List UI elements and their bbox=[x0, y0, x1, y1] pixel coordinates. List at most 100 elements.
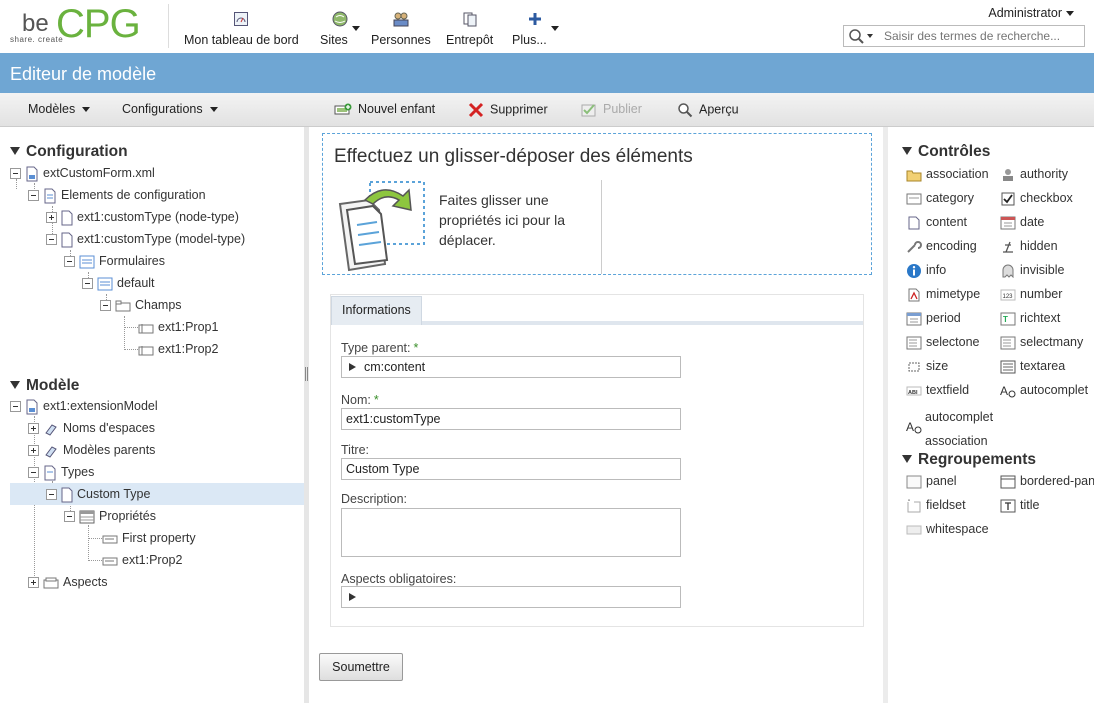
becpg-logo[interactable]: be CPG share. create bbox=[10, 2, 160, 48]
collapse-toggle[interactable] bbox=[10, 401, 21, 413]
namespace-icon bbox=[45, 424, 57, 436]
tree-node[interactable]: Propriétés bbox=[64, 505, 156, 527]
svg-text:123: 123 bbox=[1003, 294, 1014, 300]
tree-node[interactable]: First property bbox=[102, 527, 196, 549]
control-period[interactable]: period bbox=[906, 309, 961, 327]
tree-node[interactable]: default bbox=[82, 272, 155, 294]
control-number[interactable]: 123 number bbox=[1000, 285, 1062, 303]
nom-input[interactable]: ext1:customType bbox=[341, 408, 681, 430]
control-content[interactable]: content bbox=[906, 213, 967, 231]
tree-node[interactable]: Aspects bbox=[28, 571, 107, 593]
tree-node[interactable]: Champs bbox=[100, 294, 182, 316]
search-box[interactable] bbox=[843, 25, 1085, 47]
property-icon bbox=[102, 557, 118, 566]
control-size[interactable]: size bbox=[906, 357, 948, 375]
grouping-panel[interactable]: panel bbox=[906, 472, 957, 490]
expand-toggle[interactable] bbox=[28, 577, 39, 589]
control-encoding[interactable]: encoding bbox=[906, 237, 977, 255]
control-checkbox[interactable]: checkbox bbox=[1000, 189, 1073, 207]
submit-button[interactable]: Soumettre bbox=[319, 653, 403, 681]
controls-section-header[interactable]: Contrôles bbox=[902, 143, 990, 161]
grouping-whitespace[interactable]: whitespace bbox=[906, 520, 989, 538]
tree-node[interactable]: ext1:Prop1 bbox=[138, 316, 218, 338]
tree-node[interactable]: ext1:Prop2 bbox=[102, 549, 182, 571]
search-icon[interactable] bbox=[848, 28, 878, 47]
tree-node-selected[interactable]: Custom Type bbox=[10, 483, 304, 505]
tree-node[interactable]: Modèles parents bbox=[28, 439, 155, 461]
groupings-section-header[interactable]: Regroupements bbox=[902, 451, 1036, 469]
control-association[interactable]: association bbox=[906, 165, 989, 183]
tree-node[interactable]: Types bbox=[28, 461, 94, 483]
expand-toggle[interactable] bbox=[46, 212, 57, 224]
control-authority[interactable]: authority bbox=[1000, 165, 1068, 183]
splitter-grip[interactable] bbox=[305, 367, 308, 381]
drop-zone[interactable]: Effectuez un glisser-déposer des élément… bbox=[322, 133, 872, 275]
tab-informations[interactable]: Informations bbox=[331, 296, 422, 325]
nav-people[interactable]: Personnes bbox=[371, 10, 431, 47]
search-input[interactable] bbox=[884, 28, 1080, 44]
collapse-toggle[interactable] bbox=[46, 234, 57, 246]
control-hidden[interactable]: hidden bbox=[1000, 237, 1058, 255]
type-parent-picker[interactable]: cm:content bbox=[341, 356, 681, 378]
configurations-menu-button[interactable]: Configurations bbox=[122, 102, 218, 116]
tree-node[interactable]: Noms d'espaces bbox=[28, 417, 155, 439]
grouping-title[interactable]: title bbox=[1000, 496, 1039, 514]
tree-node[interactable]: Elements de configuration bbox=[28, 184, 206, 206]
control-info[interactable]: info bbox=[906, 261, 946, 279]
control-textarea[interactable]: textarea bbox=[1000, 357, 1065, 375]
user-icon bbox=[1003, 168, 1013, 181]
modeles-menu-button[interactable]: Modèles bbox=[28, 102, 91, 116]
control-selectone[interactable]: selectone bbox=[906, 333, 980, 351]
control-textfield[interactable]: ABI textfield bbox=[906, 381, 969, 399]
new-child-button[interactable]: Nouvel enfant bbox=[334, 102, 435, 117]
tree-node[interactable]: ext1:extensionModel bbox=[10, 395, 158, 417]
collapse-toggle[interactable] bbox=[64, 511, 75, 523]
whitespace-icon bbox=[906, 525, 922, 535]
collapse-toggle[interactable] bbox=[64, 256, 75, 268]
control-invisible[interactable]: invisible bbox=[1000, 261, 1064, 279]
control-date[interactable]: date bbox=[1000, 213, 1044, 231]
control-autocomplet-association[interactable]: autocomplet association bbox=[925, 405, 1005, 453]
collapse-toggle[interactable] bbox=[82, 278, 93, 290]
control-richtext[interactable]: Trichtext bbox=[1000, 309, 1060, 327]
wrench-icon bbox=[907, 240, 922, 253]
tree-node[interactable]: ext1:Prop2 bbox=[138, 338, 218, 360]
user-menu[interactable]: Administrator bbox=[988, 6, 1074, 20]
collapse-toggle[interactable] bbox=[10, 168, 21, 180]
tree-node[interactable]: Formulaires bbox=[64, 250, 165, 272]
preview-button[interactable]: Aperçu bbox=[677, 102, 739, 118]
nav-repository[interactable]: Entrepôt bbox=[446, 10, 493, 47]
expand-arrow-icon[interactable] bbox=[349, 593, 356, 601]
control-autocomplet-association-icon-cell[interactable]: A bbox=[906, 417, 926, 435]
grouping-fieldset[interactable]: " fieldset bbox=[906, 496, 966, 514]
control-autocomplet[interactable]: Aautocomplet bbox=[1000, 381, 1088, 399]
delete-button[interactable]: Supprimer bbox=[468, 102, 548, 118]
publish-button[interactable]: Publier bbox=[581, 102, 642, 117]
nav-sites[interactable]: Sites bbox=[320, 10, 360, 47]
tree-node[interactable]: ext1:customType (node-type) bbox=[46, 206, 239, 228]
control-selectmany[interactable]: selectmany bbox=[1000, 333, 1083, 351]
nav-more[interactable]: Plus... bbox=[512, 10, 559, 47]
modele-section-header[interactable]: Modèle bbox=[10, 377, 79, 395]
expand-toggle[interactable] bbox=[28, 423, 39, 435]
grouping-bordered-panel[interactable]: bordered-panel bbox=[1000, 472, 1094, 490]
collapse-toggle[interactable] bbox=[100, 300, 111, 312]
configuration-section-header[interactable]: Configuration bbox=[10, 143, 128, 161]
required-mark: * bbox=[413, 341, 419, 355]
collapse-toggle[interactable] bbox=[28, 467, 39, 479]
expand-toggle[interactable] bbox=[28, 445, 39, 457]
collapse-toggle[interactable] bbox=[28, 190, 39, 202]
expand-arrow-icon[interactable] bbox=[349, 363, 356, 371]
titre-input[interactable]: Custom Type bbox=[341, 458, 681, 480]
property-icon bbox=[102, 535, 118, 544]
tree-node[interactable]: ext1:customType (model-type) bbox=[46, 228, 245, 250]
tree-node[interactable]: extCustomForm.xml bbox=[10, 162, 155, 184]
control-mimetype[interactable]: mimetype bbox=[906, 285, 980, 303]
aspects-picker[interactable] bbox=[341, 586, 681, 608]
nav-dashboard[interactable]: Mon tableau de bord bbox=[184, 10, 299, 47]
control-category[interactable]: category bbox=[906, 189, 974, 207]
calendar-icon bbox=[1000, 216, 1016, 230]
description-textarea[interactable] bbox=[341, 508, 681, 557]
period-icon bbox=[906, 312, 922, 326]
collapse-toggle[interactable] bbox=[46, 489, 57, 501]
